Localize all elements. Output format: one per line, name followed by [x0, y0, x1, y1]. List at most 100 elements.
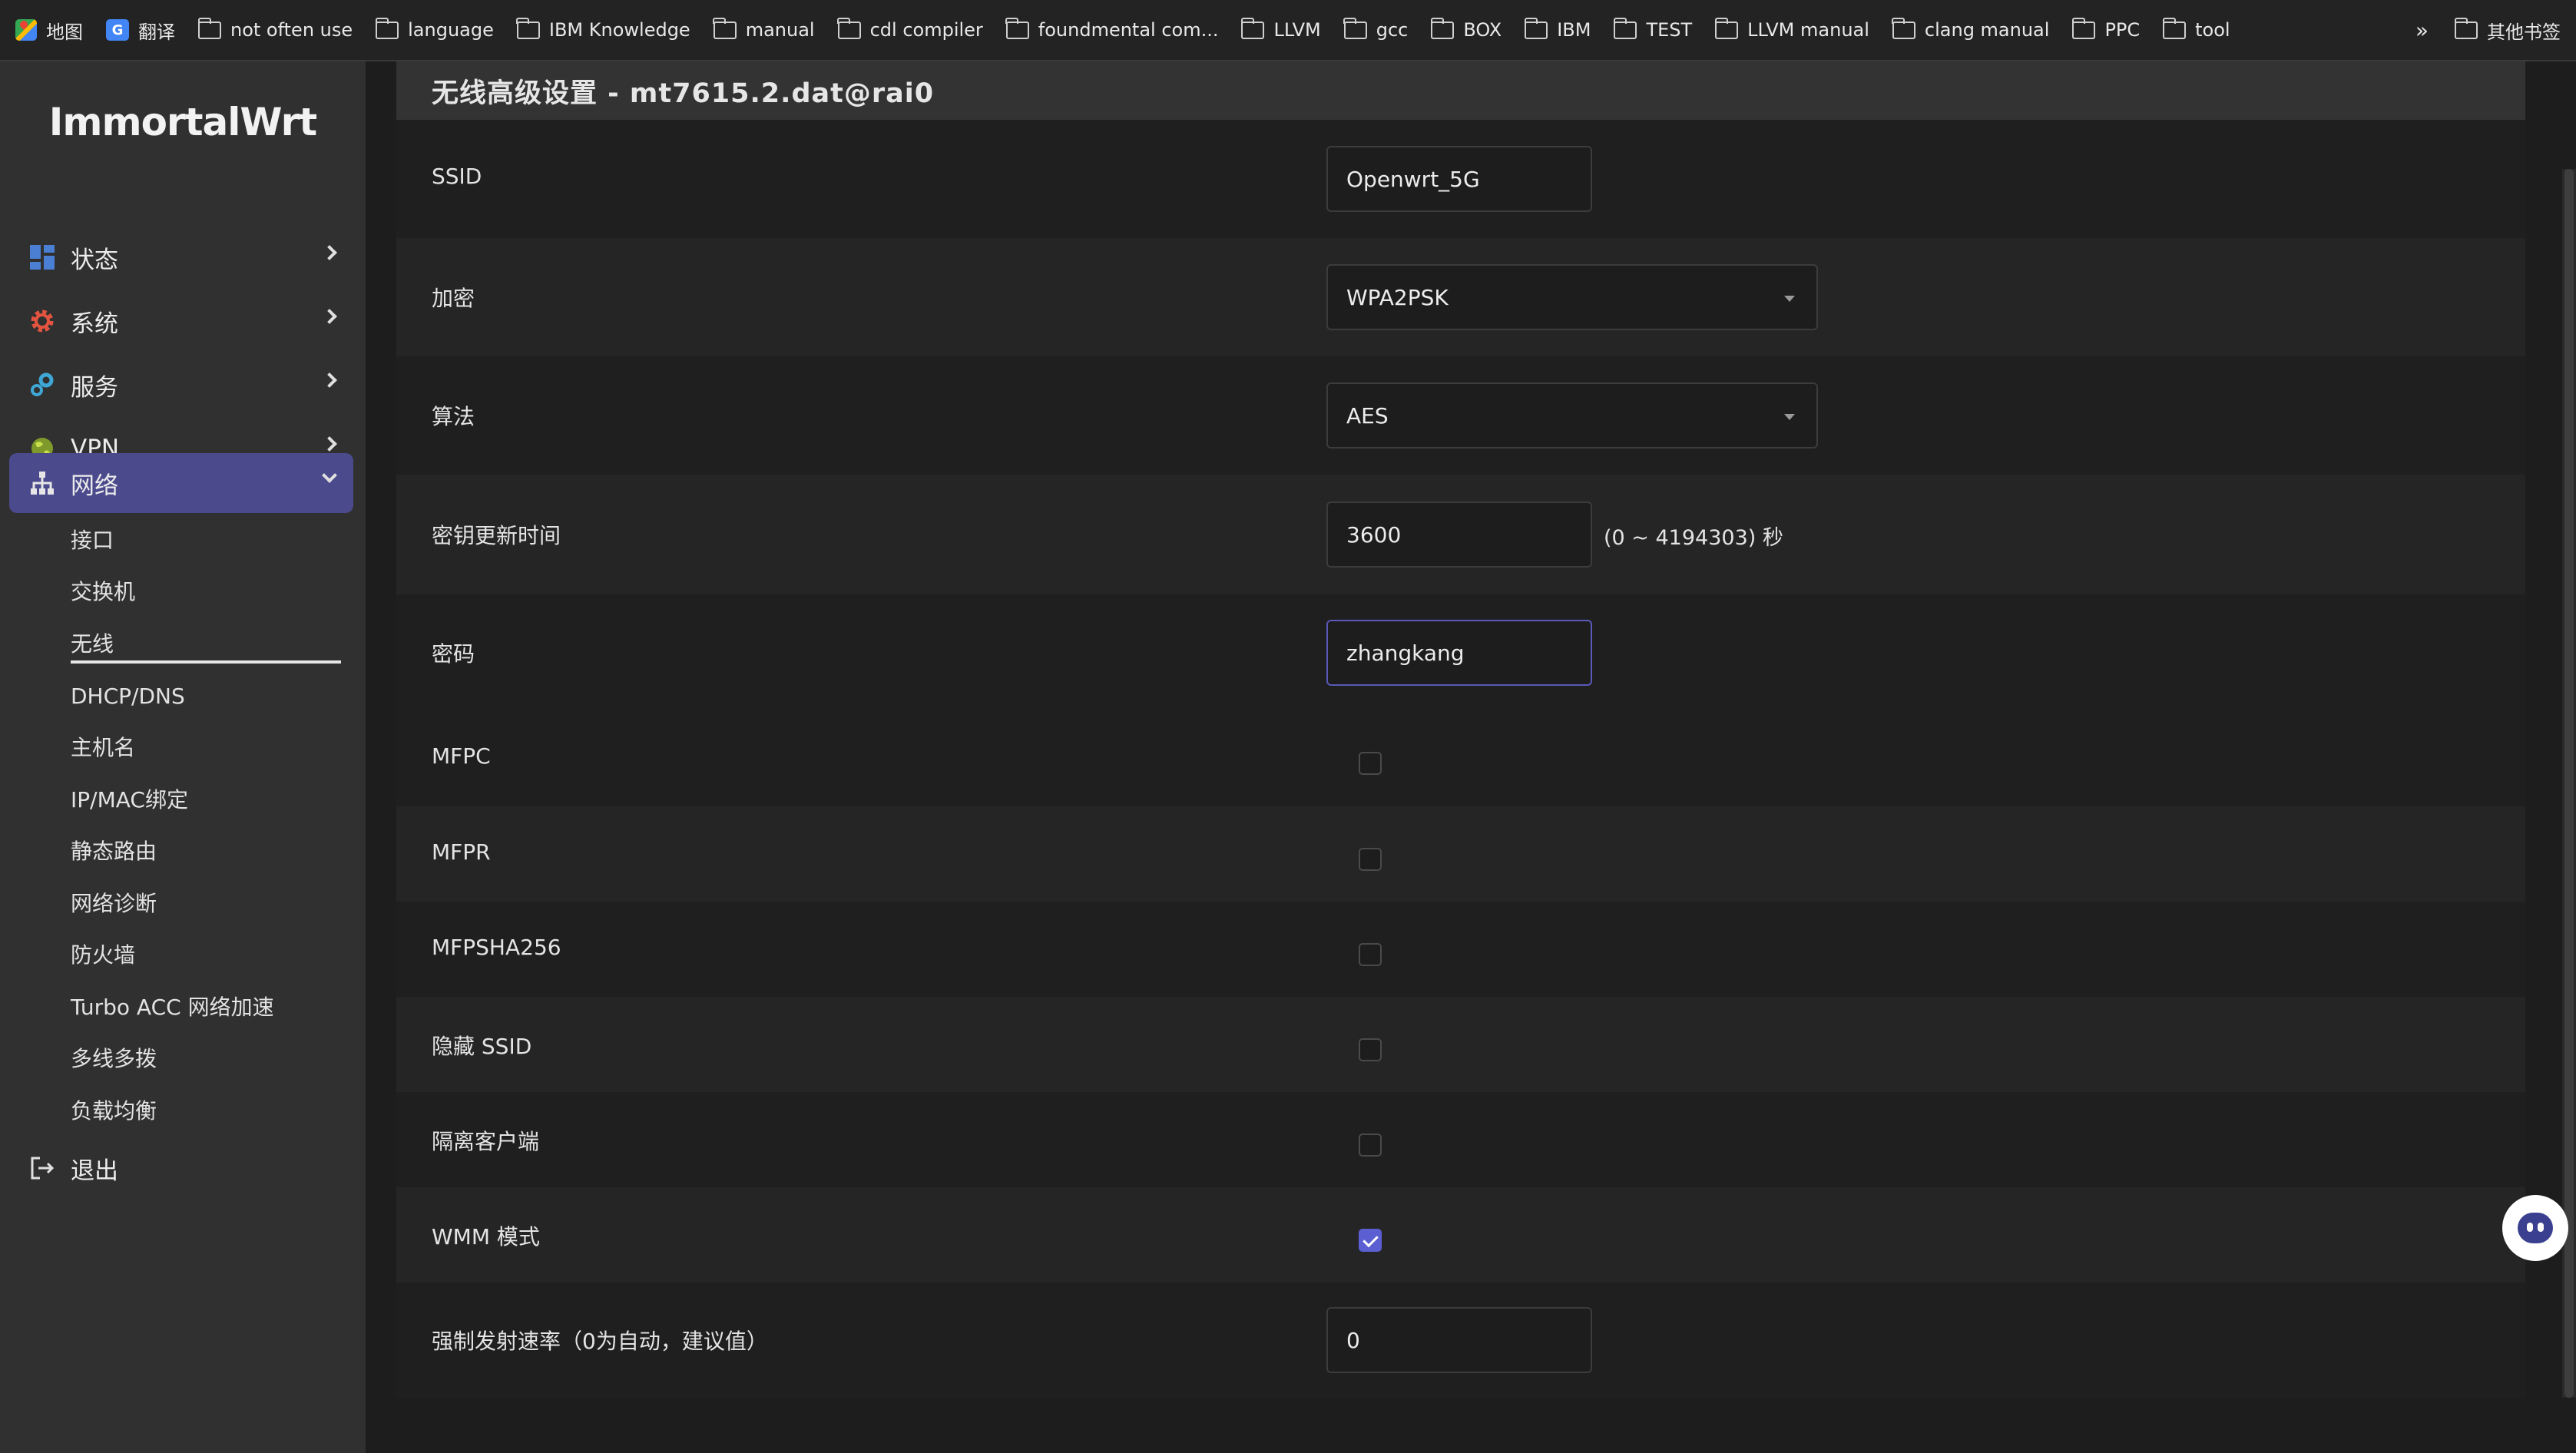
algorithm-select[interactable]: AES — [1326, 382, 1818, 448]
bookmark-label: IBM Knowledge — [548, 19, 690, 41]
mfpr-checkbox[interactable] — [1359, 848, 1382, 871]
bookmark-label: cdl compiler — [869, 19, 983, 41]
chevron-right-icon — [322, 436, 337, 452]
bookmark-folder[interactable]: not often use — [197, 8, 353, 51]
main-content: 无线高级设置 - mt7615.2.dat@rai0 SSID Openwrt_… — [366, 61, 2576, 1453]
scrollbar-thumb[interactable] — [2564, 169, 2574, 1398]
nav-label: 系统 — [71, 309, 118, 338]
rekey-interval-value: 3600 — [1346, 521, 1402, 548]
submenu-item-diagnostics[interactable]: 网络诊断 — [71, 885, 341, 923]
bookmark-folder[interactable]: TEST — [1613, 8, 1693, 51]
bookmark-folder[interactable]: LLVM manual — [1714, 8, 1869, 51]
field-label: MFPC — [432, 743, 491, 769]
hide-ssid-checkbox[interactable] — [1359, 1038, 1382, 1061]
field-label: 强制发射速率（0为自动，建议值） — [432, 1329, 768, 1354]
submenu-item-switch[interactable]: 交换机 — [71, 573, 341, 611]
bookmark-label: PPC — [2104, 19, 2141, 41]
folder-icon — [516, 17, 540, 39]
form-row-wmm: WMM 模式 — [396, 1187, 2525, 1283]
field-label: MFPSHA256 — [432, 935, 561, 960]
submenu-item-ip-mac-binding[interactable]: IP/MAC绑定 — [71, 781, 341, 819]
mfpsha256-checkbox[interactable] — [1359, 943, 1382, 966]
bookmark-label: not often use — [230, 19, 353, 41]
encryption-select[interactable]: WPA2PSK — [1326, 264, 1818, 330]
folder-icon — [1005, 17, 1029, 39]
bookmark-folder[interactable]: IBM Knowledge — [516, 8, 690, 51]
nav-item-network[interactable]: 网络 — [9, 453, 353, 513]
logout-icon — [29, 1155, 55, 1181]
bookmark-label: IBM — [1557, 19, 1591, 41]
bookmark-folder[interactable]: gcc — [1343, 8, 1408, 51]
bookmark-folder[interactable]: tool — [2162, 8, 2230, 51]
bookmark-maps[interactable]: 地图 — [15, 8, 83, 51]
bookmark-folder[interactable]: BOX — [1430, 8, 1502, 51]
submenu-item-firewall[interactable]: 防火墙 — [71, 936, 341, 975]
field-label: 隐藏 SSID — [432, 1034, 532, 1059]
ssid-input[interactable]: Openwrt_5G — [1326, 146, 1592, 212]
submenu-item-load-balancing[interactable]: 负载均衡 — [71, 1092, 341, 1130]
bookmark-folder[interactable]: foundmental com... — [1005, 8, 1218, 51]
folder-icon — [2162, 17, 2187, 39]
bookmark-label: BOX — [1463, 19, 1502, 41]
ssid-value: Openwrt_5G — [1346, 166, 1480, 192]
folder-icon — [1613, 17, 1637, 39]
bookmark-folder[interactable]: LLVM — [1240, 8, 1321, 51]
bookmark-folder[interactable]: manual — [713, 8, 815, 51]
encryption-value: WPA2PSK — [1346, 284, 1449, 310]
chevron-right-icon — [322, 309, 337, 324]
nav-label: 退出 — [71, 1157, 118, 1185]
field-label: 加密 — [432, 286, 475, 311]
bookmark-folder[interactable]: language — [375, 8, 494, 51]
folder-icon — [197, 17, 221, 39]
bookmark-folder[interactable]: PPC — [2071, 8, 2141, 51]
tx-rate-input[interactable]: 0 — [1326, 1307, 1592, 1373]
bookmark-label: LLVM — [1273, 19, 1321, 41]
folder-icon — [1892, 17, 1915, 39]
submenu-item-static-routes[interactable]: 静态路由 — [71, 832, 341, 871]
network-icon — [29, 470, 55, 496]
nav-item-status[interactable]: 状态 — [9, 227, 353, 287]
isolate-clients-checkbox[interactable] — [1359, 1134, 1382, 1157]
bookmark-label: clang manual — [1924, 19, 2050, 41]
submenu-item-wireless[interactable]: 无线 — [71, 625, 341, 664]
password-input[interactable]: zhangkang — [1326, 620, 1592, 686]
bookmarks-bar: 地图 G 翻译 not often use language IBM Knowl… — [0, 0, 2576, 61]
caret-down-icon — [1784, 414, 1795, 420]
submenu-item-hostnames[interactable]: 主机名 — [71, 729, 341, 767]
bookmark-folder[interactable]: IBM — [1524, 8, 1591, 51]
form-row-mfpc: MFPC — [396, 711, 2525, 806]
form-row-mfpr: MFPR — [396, 806, 2525, 902]
folder-icon — [837, 17, 861, 39]
services-icon — [29, 372, 55, 398]
nav-item-logout[interactable]: 退出 — [9, 1138, 353, 1198]
maps-icon — [15, 19, 37, 41]
translate-icon: G — [106, 19, 129, 41]
mfpc-checkbox[interactable] — [1359, 752, 1382, 775]
submenu-item-turbo-acc[interactable]: Turbo ACC 网络加速 — [71, 988, 341, 1027]
bookmarks-overflow-button[interactable]: » — [2415, 8, 2429, 51]
bookmark-label: 地图 — [46, 21, 83, 43]
brand-logo[interactable]: ImmortalWrt — [0, 100, 366, 144]
submenu-item-multiwan[interactable]: 多线多拨 — [71, 1040, 341, 1078]
submenu-item-interfaces[interactable]: 接口 — [71, 521, 341, 560]
panel-header: 无线高级设置 - mt7615.2.dat@rai0 — [396, 61, 2525, 120]
bookmark-folder[interactable]: cdl compiler — [837, 8, 983, 51]
form-row-hide-ssid: 隐藏 SSID — [396, 997, 2525, 1092]
submenu-item-dhcp-dns[interactable]: DHCP/DNS — [71, 677, 341, 716]
chevron-down-icon — [322, 468, 337, 483]
bookmark-folder[interactable]: clang manual — [1892, 8, 2050, 51]
nav-item-services[interactable]: 服务 — [9, 355, 353, 415]
form-row-algorithm: 算法 AES — [396, 356, 2525, 475]
bookmark-label: TEST — [1646, 19, 1693, 41]
chevron-right-icon — [322, 245, 337, 260]
bookmark-translate[interactable]: G 翻译 — [106, 8, 175, 51]
rekey-interval-input[interactable]: 3600 — [1326, 501, 1592, 568]
form-row-ssid: SSID Openwrt_5G — [396, 120, 2525, 238]
other-bookmarks[interactable]: 其他书签 — [2454, 8, 2561, 51]
wmm-checkbox[interactable] — [1359, 1229, 1382, 1252]
field-label: 密钥更新时间 — [432, 523, 561, 548]
page-title: 无线高级设置 - mt7615.2.dat@rai0 — [432, 78, 935, 109]
assistant-float-button[interactable] — [2502, 1195, 2568, 1261]
form-row-isolate-clients: 隔离客户端 — [396, 1092, 2525, 1187]
nav-item-system[interactable]: 系统 — [9, 291, 353, 351]
